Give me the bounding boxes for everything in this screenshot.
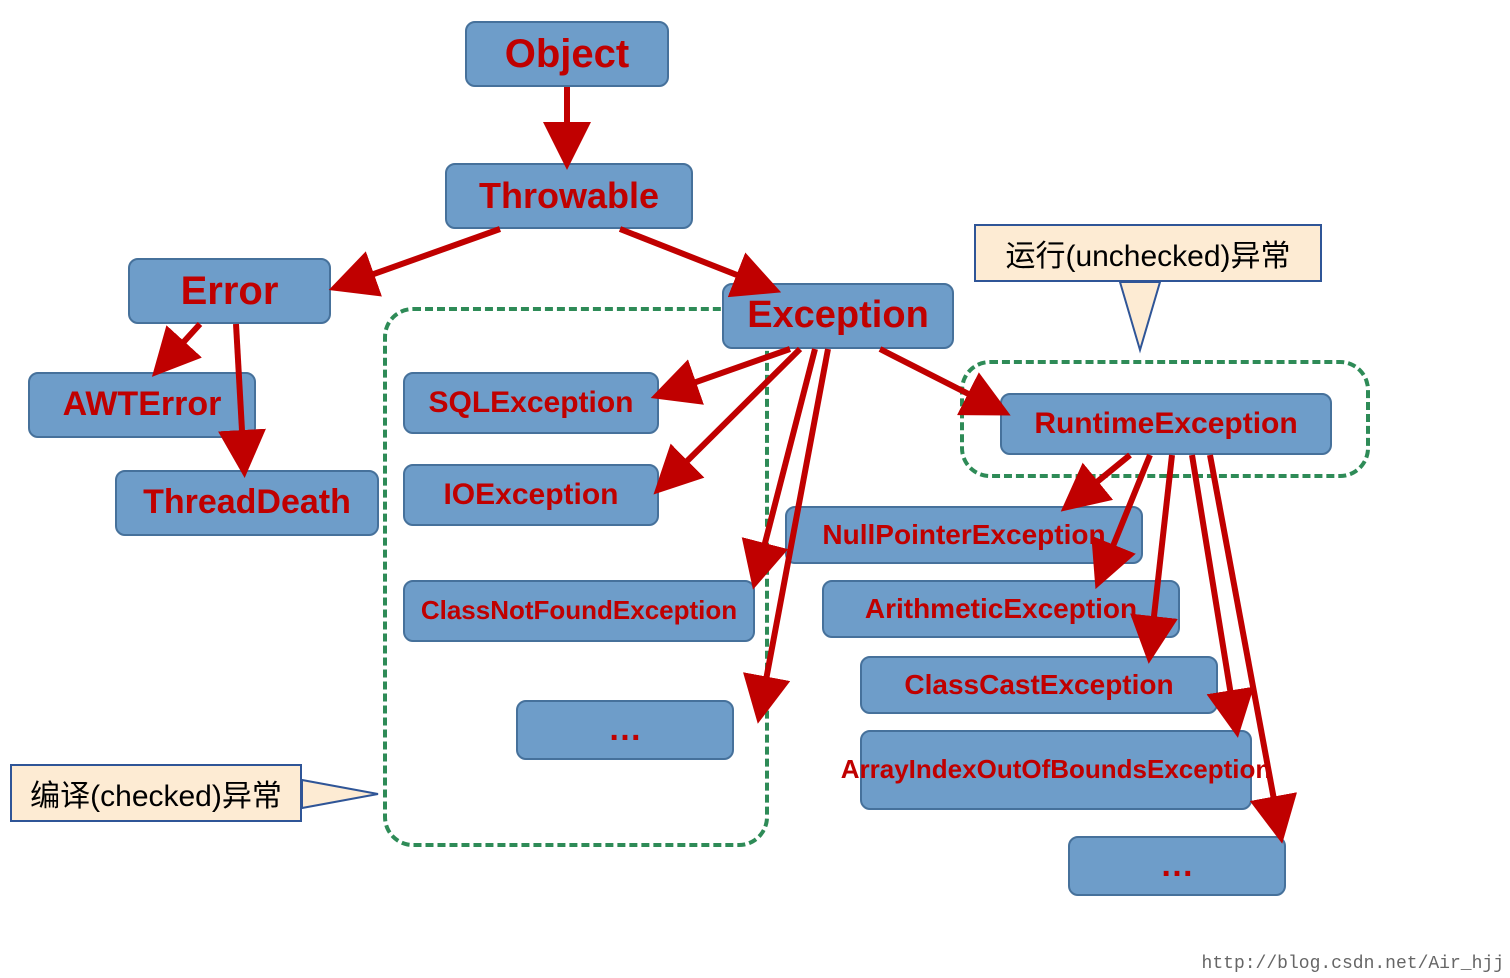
node-nullpointer: NullPointerException	[785, 506, 1143, 564]
node-ellipsis-checked: …	[516, 700, 734, 760]
node-classnotfound: ClassNotFoundException	[403, 580, 755, 642]
node-runtimeexception: RuntimeException	[1000, 393, 1332, 455]
node-classcast: ClassCastException	[860, 656, 1218, 714]
node-throwable: Throwable	[445, 163, 693, 229]
node-arithmetic: ArithmeticException	[822, 580, 1180, 638]
node-error: Error	[128, 258, 331, 324]
node-exception: Exception	[722, 283, 954, 349]
node-awterror: AWTError	[28, 372, 256, 438]
node-ioexception: IOException	[403, 464, 659, 526]
callout-checked: 编译(checked)异常	[10, 764, 302, 822]
watermark: http://blog.csdn.net/Air_hjj	[1202, 954, 1504, 974]
callout-unchecked: 运行(unchecked)异常	[974, 224, 1322, 282]
node-threaddeath: ThreadDeath	[115, 470, 379, 536]
node-arrayindex: ArrayIndexOutOfBoundsException	[860, 730, 1252, 810]
node-sqlexception: SQLException	[403, 372, 659, 434]
node-ellipsis-runtime: …	[1068, 836, 1286, 896]
node-object: Object	[465, 21, 669, 87]
